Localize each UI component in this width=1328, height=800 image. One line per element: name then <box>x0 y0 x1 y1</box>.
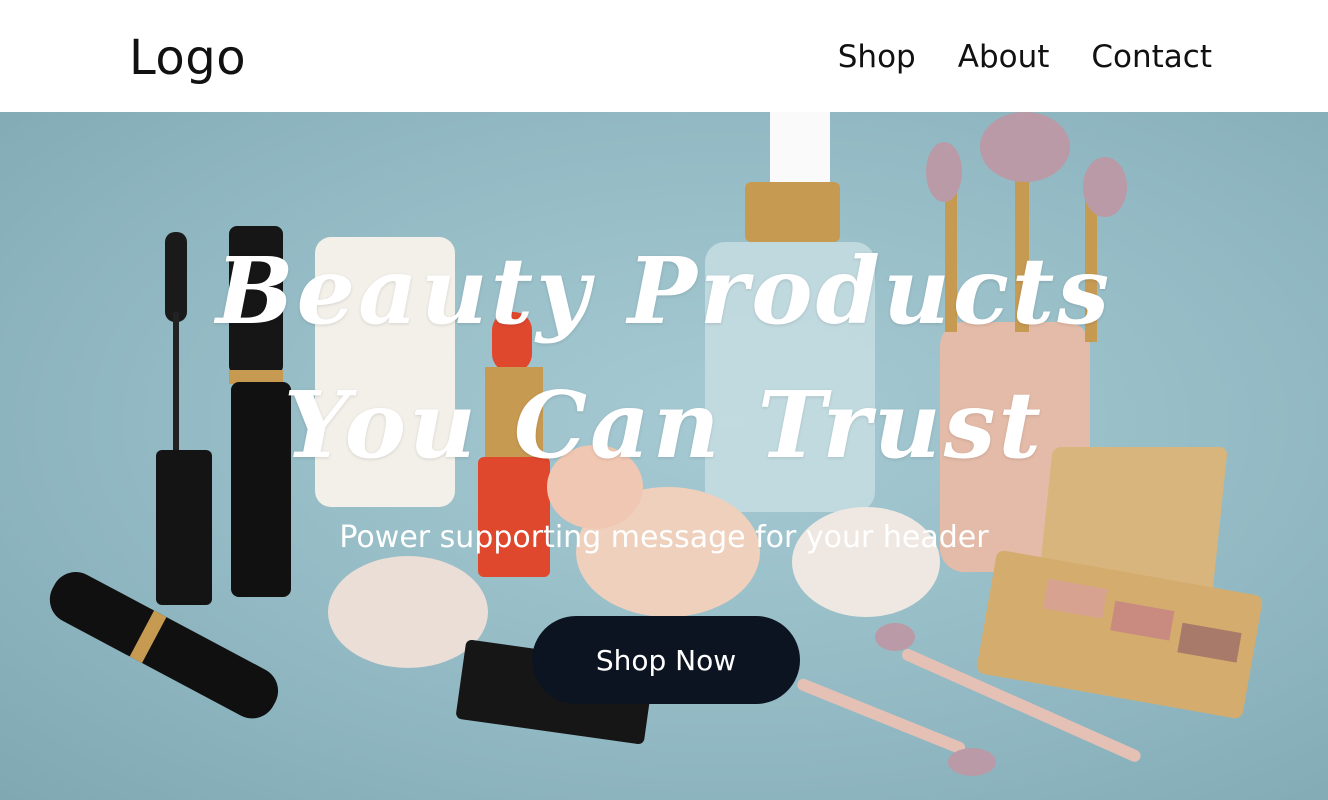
shop-now-button[interactable]: Shop Now <box>532 616 800 704</box>
hero-headline: Beauty Products You Can Trust <box>0 224 1328 492</box>
hero-subtext: Power supporting message for your header <box>339 520 989 555</box>
nav-link-shop[interactable]: Shop <box>838 38 916 76</box>
logo[interactable]: Logo <box>129 30 246 86</box>
site-header: Logo Shop About Contact <box>0 0 1328 112</box>
nav-link-about[interactable]: About <box>958 38 1050 76</box>
hero-section: Beauty Products You Can Trust Power supp… <box>0 112 1328 800</box>
main-nav: Shop About Contact <box>838 38 1212 76</box>
nav-link-contact[interactable]: Contact <box>1091 38 1212 76</box>
cream-jar-left <box>328 556 488 668</box>
headline-line-2: You Can Trust <box>283 371 1045 479</box>
brush-lying-bottom <box>797 678 996 776</box>
headline-line-1: Beauty Products <box>215 237 1113 345</box>
